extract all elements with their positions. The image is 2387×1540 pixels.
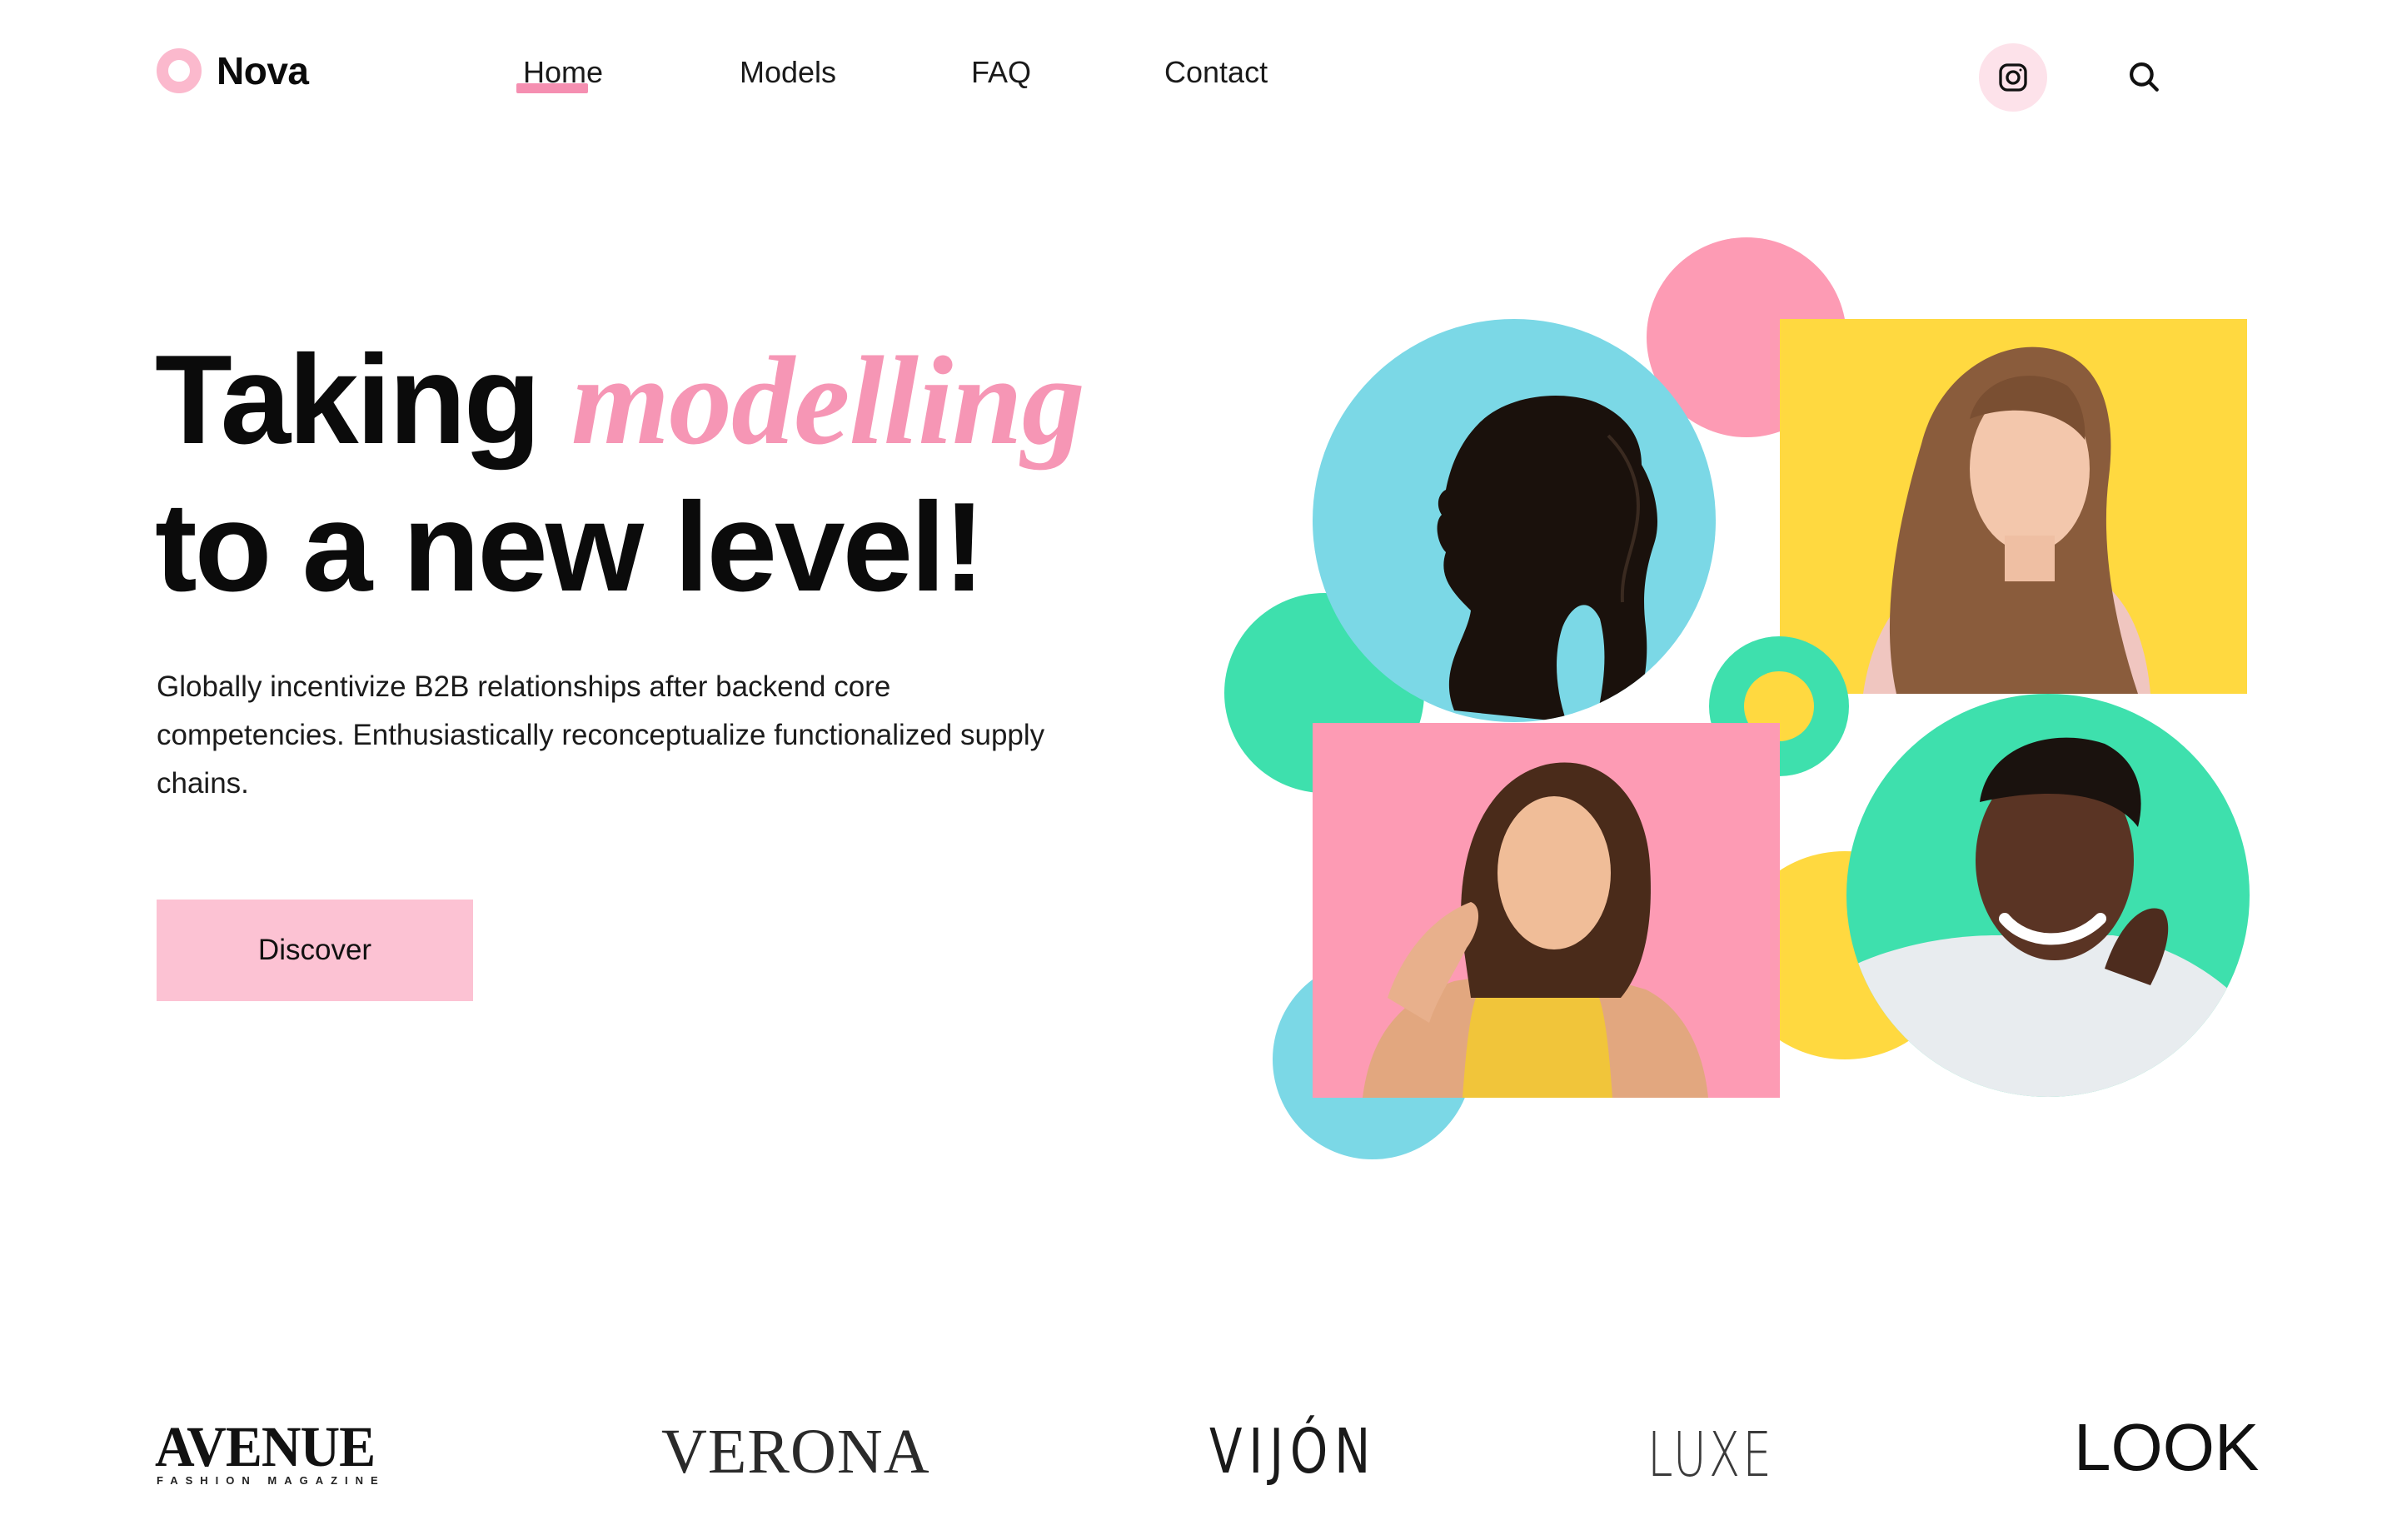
model-photo-pink xyxy=(1313,723,1780,1098)
hero-title: Taking modelling to a new level! xyxy=(155,326,1085,620)
partner-logo-avenue-subtitle: FASHION MAGAZINE xyxy=(157,1474,386,1487)
partner-logo-verona: VERONA xyxy=(661,1417,930,1487)
nav-item-faq[interactable]: FAQ xyxy=(971,55,1031,90)
model-photo-green xyxy=(1846,694,2250,1097)
partner-logo-luxe: LUXE xyxy=(1647,1419,1774,1491)
model-photo-profile xyxy=(1313,319,1716,722)
partner-logo-vijon: VIJÓN xyxy=(1209,1416,1378,1488)
hero-title-part2: to a new level! xyxy=(155,476,985,618)
search-icon xyxy=(2130,62,2159,92)
partner-logo-look: LOOK xyxy=(2074,1410,2260,1484)
instagram-button[interactable] xyxy=(1979,43,2047,112)
discover-button[interactable]: Discover xyxy=(157,900,473,1001)
search-button[interactable] xyxy=(2122,55,2165,98)
nav-item-contact[interactable]: Contact xyxy=(1164,55,1268,90)
partner-logos: AVENUE FASHION MAGAZINE VERONA VIJÓN LUX… xyxy=(0,1410,2387,1508)
hero-title-part1: Taking xyxy=(155,329,541,471)
model-pink-illustration xyxy=(1363,762,1708,1098)
model-green-illustration xyxy=(1846,737,2250,1097)
model-photo-yellow xyxy=(1780,319,2247,694)
partner-logo-avenue: AVENUE xyxy=(155,1415,376,1479)
model-profile-illustration xyxy=(1437,396,1658,722)
hero-description: Globally incentivize B2B relationships a… xyxy=(157,670,1045,800)
hero-title-accent: modelling xyxy=(571,331,1085,471)
model-yellow-illustration xyxy=(1863,346,2150,694)
nav-item-home[interactable]: Home xyxy=(516,55,603,93)
nav-item-models[interactable]: Models xyxy=(740,55,836,90)
instagram-icon xyxy=(1999,63,2027,92)
models-collage xyxy=(1199,225,2282,1166)
